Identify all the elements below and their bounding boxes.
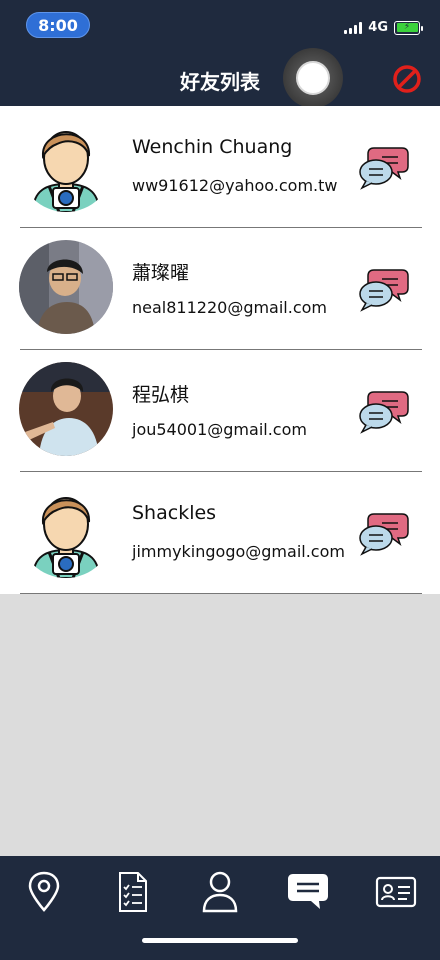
user-icon[interactable]: [198, 870, 242, 914]
chat-icon[interactable]: [358, 388, 410, 434]
friend-email: jou54001@gmail.com: [132, 420, 307, 439]
chat-icon[interactable]: [358, 144, 410, 190]
chat-icon[interactable]: [358, 510, 410, 556]
status-time: 8:00: [26, 12, 90, 38]
friend-email: ww91612@yahoo.com.tw: [132, 176, 338, 195]
top-bar: 8:00 4G ⚡ 好友列表: [0, 0, 440, 108]
friend-row[interactable]: Shackles jimmykingogo@gmail.com: [0, 472, 440, 594]
chat-icon[interactable]: [286, 870, 330, 914]
avatar: [19, 362, 113, 456]
friend-name: Wenchin Chuang: [132, 136, 293, 158]
friend-email: jimmykingogo@gmail.com: [132, 542, 345, 561]
chat-icon[interactable]: [358, 266, 410, 312]
checklist-icon[interactable]: [110, 870, 154, 914]
friend-name: Shackles: [132, 502, 217, 524]
id-card-icon[interactable]: [374, 870, 418, 914]
friend-name: 程弘棋: [132, 384, 190, 406]
signal-icon: [344, 21, 363, 34]
avatar: [19, 240, 113, 334]
avatar: [19, 118, 113, 212]
friend-row[interactable]: 程弘棋 jou54001@gmail.com: [0, 350, 440, 472]
friend-row[interactable]: 蕭璨曜 neal811220@gmail.com: [0, 228, 440, 350]
battery-icon: ⚡: [394, 20, 423, 35]
tab-bar: [0, 856, 440, 960]
screen-record-button[interactable]: [283, 48, 343, 108]
friend-email: neal811220@gmail.com: [132, 298, 328, 317]
avatar: [19, 484, 113, 578]
friend-list: Wenchin Chuang ww91612@yahoo.com.tw 蕭璨曜 …: [0, 106, 440, 594]
map-pin-icon[interactable]: [22, 870, 66, 914]
friend-name: 蕭璨曜: [132, 262, 190, 284]
page-title: 好友列表: [180, 70, 260, 94]
status-icons: 4G ⚡: [344, 20, 423, 35]
block-icon[interactable]: [392, 64, 422, 94]
friend-row[interactable]: Wenchin Chuang ww91612@yahoo.com.tw: [0, 106, 440, 228]
divider: [20, 593, 422, 594]
network-label: 4G: [368, 20, 388, 35]
home-indicator[interactable]: [142, 938, 298, 943]
